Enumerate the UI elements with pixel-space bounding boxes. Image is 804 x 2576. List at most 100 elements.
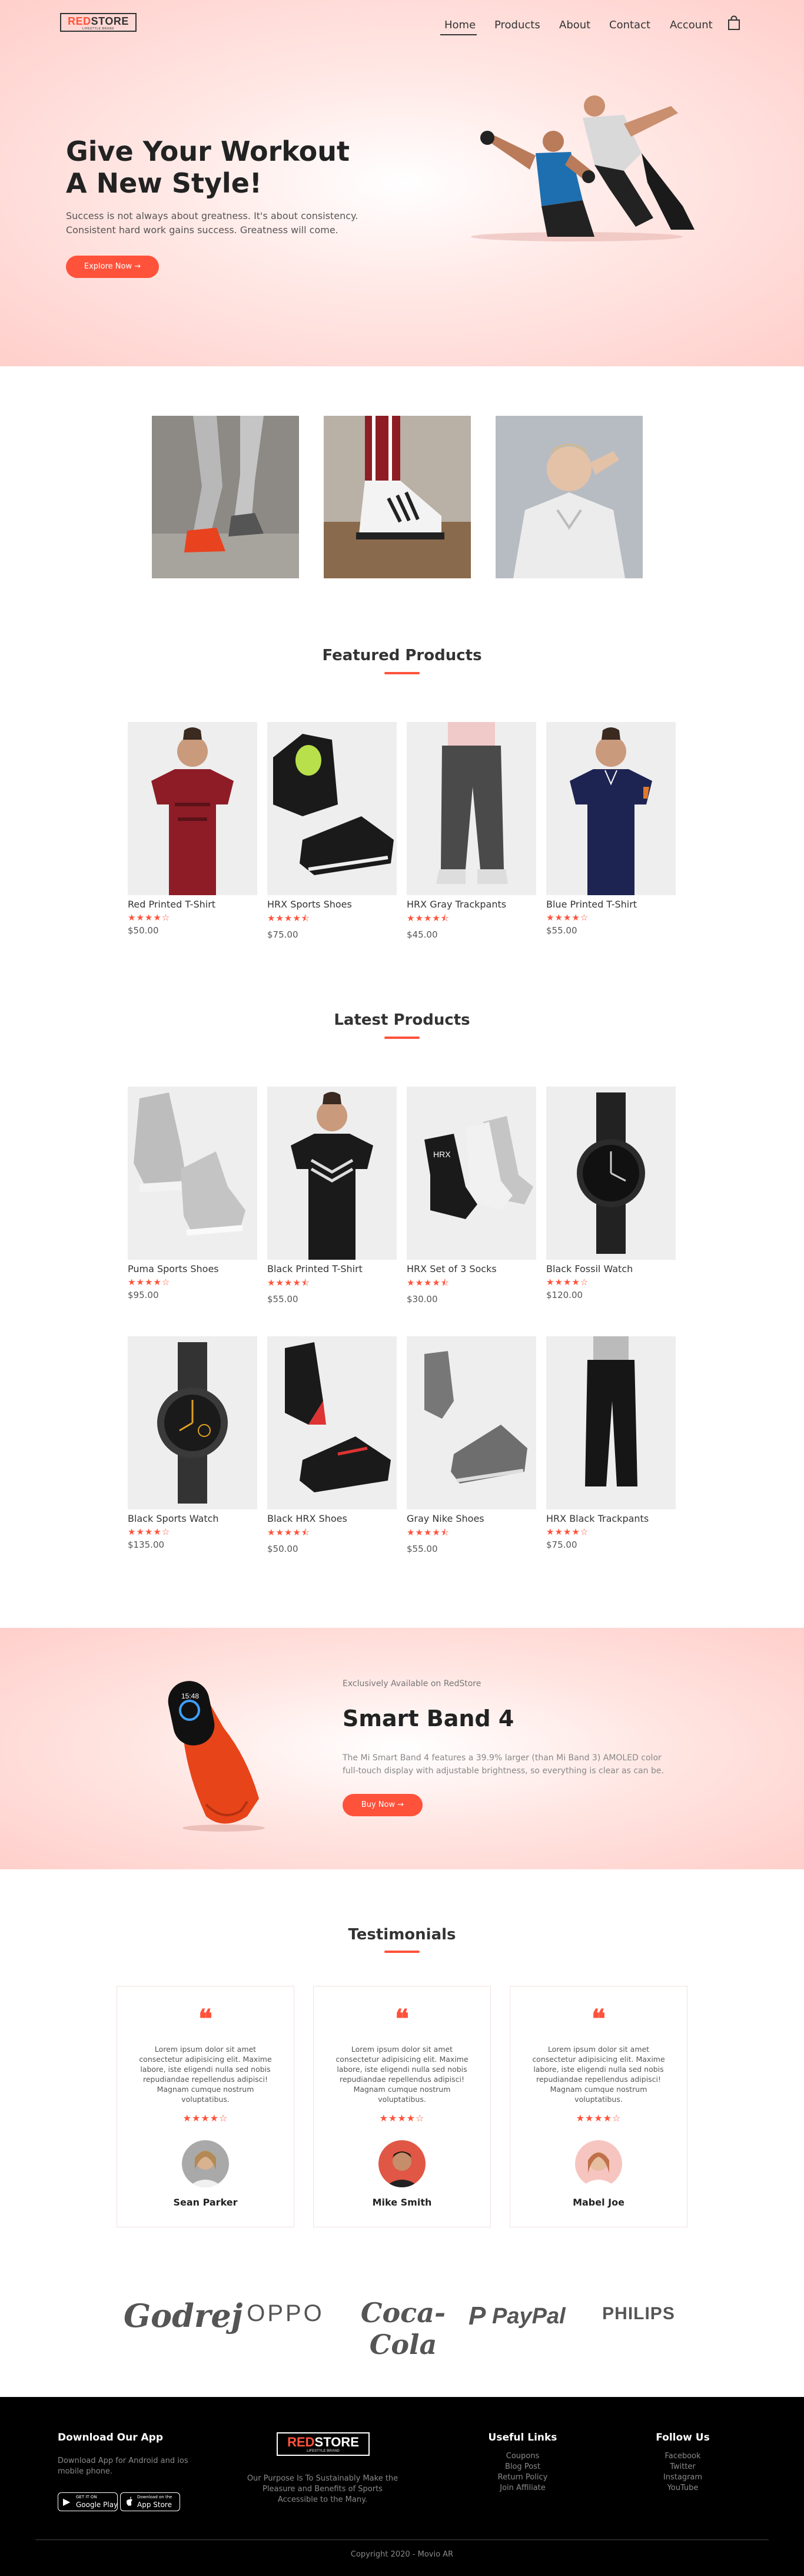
product-price: $55.00 xyxy=(267,1294,298,1304)
category-image-sports-shoes[interactable] xyxy=(324,416,471,578)
product-card[interactable]: Black HRX Shoes ★★★★⯪ $50.00 xyxy=(267,1336,397,1554)
brand-logo-paypal: P PayPal xyxy=(469,2302,566,2330)
product-card[interactable]: HRX Black Trackpants ★★★★☆ $75.00 xyxy=(546,1336,676,1550)
footer-follow-title: Follow Us xyxy=(656,2432,710,2443)
footer-link-facebook[interactable]: Facebook xyxy=(647,2451,718,2462)
testimonial-text: Lorem ipsum dolor sit amet consectetur a… xyxy=(532,2045,665,2104)
footer-logo[interactable]: REDSTORE LIFESTYLE BRAND xyxy=(277,2432,370,2456)
footer-divider xyxy=(35,2539,769,2540)
product-price: $135.00 xyxy=(128,1539,165,1550)
product-image xyxy=(267,1087,397,1260)
featured-products-title: Featured Products xyxy=(322,647,482,664)
footer-links-title: Useful Links xyxy=(488,2432,557,2443)
testimonial-text: Lorem ipsum dolor sit amet consectetur a… xyxy=(335,2045,469,2104)
explore-now-button[interactable]: Explore Now → xyxy=(66,256,159,278)
product-rating: ★★★★☆ xyxy=(128,1527,171,1537)
product-rating: ★★★★⯪ xyxy=(407,913,450,923)
product-image xyxy=(267,1336,397,1509)
buy-now-button[interactable]: Buy Now → xyxy=(343,1794,423,1816)
product-rating: ★★★★☆ xyxy=(128,1277,171,1287)
product-card[interactable]: Black Fossil Watch ★★★★☆ $120.00 xyxy=(546,1087,676,1300)
brand-logo-coca-cola: Coca-Cola xyxy=(360,2297,446,2360)
nav-contact[interactable]: Contact xyxy=(609,19,650,31)
product-price: $30.00 xyxy=(407,1294,438,1304)
product-name: Black Fossil Watch xyxy=(546,1263,633,1274)
brand-logo-philips: PHILIPS xyxy=(602,2304,675,2323)
product-name: Black HRX Shoes xyxy=(267,1513,347,1524)
avatar xyxy=(182,2140,229,2187)
google-play-icon: ▶ xyxy=(63,2496,71,2507)
google-play-button[interactable]: ▶ GET IT ON Google Play xyxy=(58,2492,118,2511)
testimonial-card: ❝ Lorem ipsum dolor sit amet consectetur… xyxy=(117,1986,294,2227)
offer-description: The Mi Smart Band 4 features a 39.9% lar… xyxy=(343,1753,664,1776)
avatar xyxy=(575,2140,622,2187)
product-card[interactable]: Black Printed T-Shirt ★★★★⯪ $55.00 xyxy=(267,1087,397,1304)
hero-description: Success is not always about greatness. I… xyxy=(66,210,358,236)
product-price: $50.00 xyxy=(267,1544,298,1554)
title-underline xyxy=(384,672,420,674)
offer-section xyxy=(0,1628,804,1869)
nav-about[interactable]: About xyxy=(559,19,590,31)
product-rating: ★★★★☆ xyxy=(546,912,589,923)
footer-link-blog-post[interactable]: Blog Post xyxy=(476,2462,570,2472)
logo-tagline: LIFESTYLE BRAND xyxy=(82,27,114,31)
product-card[interactable]: Red Printed T-Shirt ★★★★☆ $50.00 xyxy=(128,722,257,936)
category-image-sneakers[interactable] xyxy=(152,416,299,578)
store-logo[interactable]: REDSTORE LIFESTYLE BRAND xyxy=(60,13,137,32)
hero-title: Give Your Workout A New Style! xyxy=(66,135,350,199)
product-card[interactable]: Gray Nike Shoes ★★★★⯪ $55.00 xyxy=(407,1336,536,1554)
svg-text:15:48: 15:48 xyxy=(181,1692,199,1700)
product-image xyxy=(407,1336,536,1509)
avatar xyxy=(378,2140,426,2187)
product-image xyxy=(128,722,257,895)
offer-title: Smart Band 4 xyxy=(343,1706,514,1731)
footer-link-youtube[interactable]: YouTube xyxy=(647,2483,718,2494)
footer-download-text: Download App for Android and ios mobile … xyxy=(58,2456,188,2476)
footer-link-coupons[interactable]: Coupons xyxy=(476,2451,570,2462)
product-price: $45.00 xyxy=(407,929,438,940)
product-card[interactable]: HRX Sports Shoes ★★★★⯪ $75.00 xyxy=(267,722,397,940)
nav-account[interactable]: Account xyxy=(670,19,713,31)
footer-link-twitter[interactable]: Twitter xyxy=(647,2462,718,2472)
app-store-button[interactable]: Download on the App Store xyxy=(120,2492,180,2511)
product-card[interactable]: Black Sports Watch ★★★★☆ $135.00 xyxy=(128,1336,257,1550)
testimonial-text: Lorem ipsum dolor sit amet consectetur a… xyxy=(139,2045,272,2104)
latest-products-title: Latest Products xyxy=(334,1011,470,1029)
footer-download: Download Our App Download App for Androi… xyxy=(58,2432,193,2477)
product-image xyxy=(546,722,676,895)
footer-link-instagram[interactable]: Instagram xyxy=(647,2472,718,2483)
product-image xyxy=(407,722,536,895)
testimonial-name: Sean Parker xyxy=(173,2197,238,2208)
product-rating: ★★★★⯪ xyxy=(267,1527,310,1538)
product-price: $55.00 xyxy=(546,925,577,936)
footer-about-text: Our Purpose Is To Sustainably Make the P… xyxy=(247,2474,398,2504)
category-image-hoodie[interactable] xyxy=(496,416,643,578)
product-name: HRX Black Trackpants xyxy=(546,1513,649,1524)
shopping-bag-icon[interactable] xyxy=(726,15,742,31)
product-image xyxy=(546,1087,676,1260)
product-price: $75.00 xyxy=(546,1539,577,1550)
nav-products[interactable]: Products xyxy=(494,19,540,31)
product-rating: ★★★★☆ xyxy=(546,1527,589,1537)
product-rating: ★★★★☆ xyxy=(546,1277,589,1287)
product-card[interactable]: Puma Sports Shoes ★★★★☆ $95.00 xyxy=(128,1087,257,1300)
product-card[interactable]: HRX Gray Trackpants ★★★★⯪ $45.00 xyxy=(407,722,536,940)
quote-icon: ❝ xyxy=(198,2004,212,2034)
smart-band-image: 15:48 xyxy=(168,1681,265,1832)
product-card[interactable]: HRX HRX Set of 3 Socks ★★★★⯪ $30.00 xyxy=(407,1087,536,1304)
product-card[interactable]: Blue Printed T-Shirt ★★★★☆ $55.00 xyxy=(546,722,676,936)
product-rating: ★★★★⯪ xyxy=(267,913,310,923)
nav-home[interactable]: Home xyxy=(444,19,476,31)
product-name: Puma Sports Shoes xyxy=(128,1263,219,1274)
product-rating: ★★★★⯪ xyxy=(407,1277,450,1288)
footer-link-join-affiliate[interactable]: Join Affiliate xyxy=(476,2483,570,2494)
product-image xyxy=(267,722,397,895)
title-underline xyxy=(384,1951,420,1953)
hero-athletes-image xyxy=(471,95,695,241)
testimonial-name: Mabel Joe xyxy=(573,2197,624,2208)
footer-link-return-policy[interactable]: Return Policy xyxy=(476,2472,570,2483)
paypal-p-icon: P xyxy=(469,2302,486,2330)
footer-copyright: Copyright 2020 - Movio AR xyxy=(350,2550,454,2559)
quote-icon: ❝ xyxy=(395,2004,409,2034)
product-rating: ★★★★⯪ xyxy=(407,1527,450,1538)
